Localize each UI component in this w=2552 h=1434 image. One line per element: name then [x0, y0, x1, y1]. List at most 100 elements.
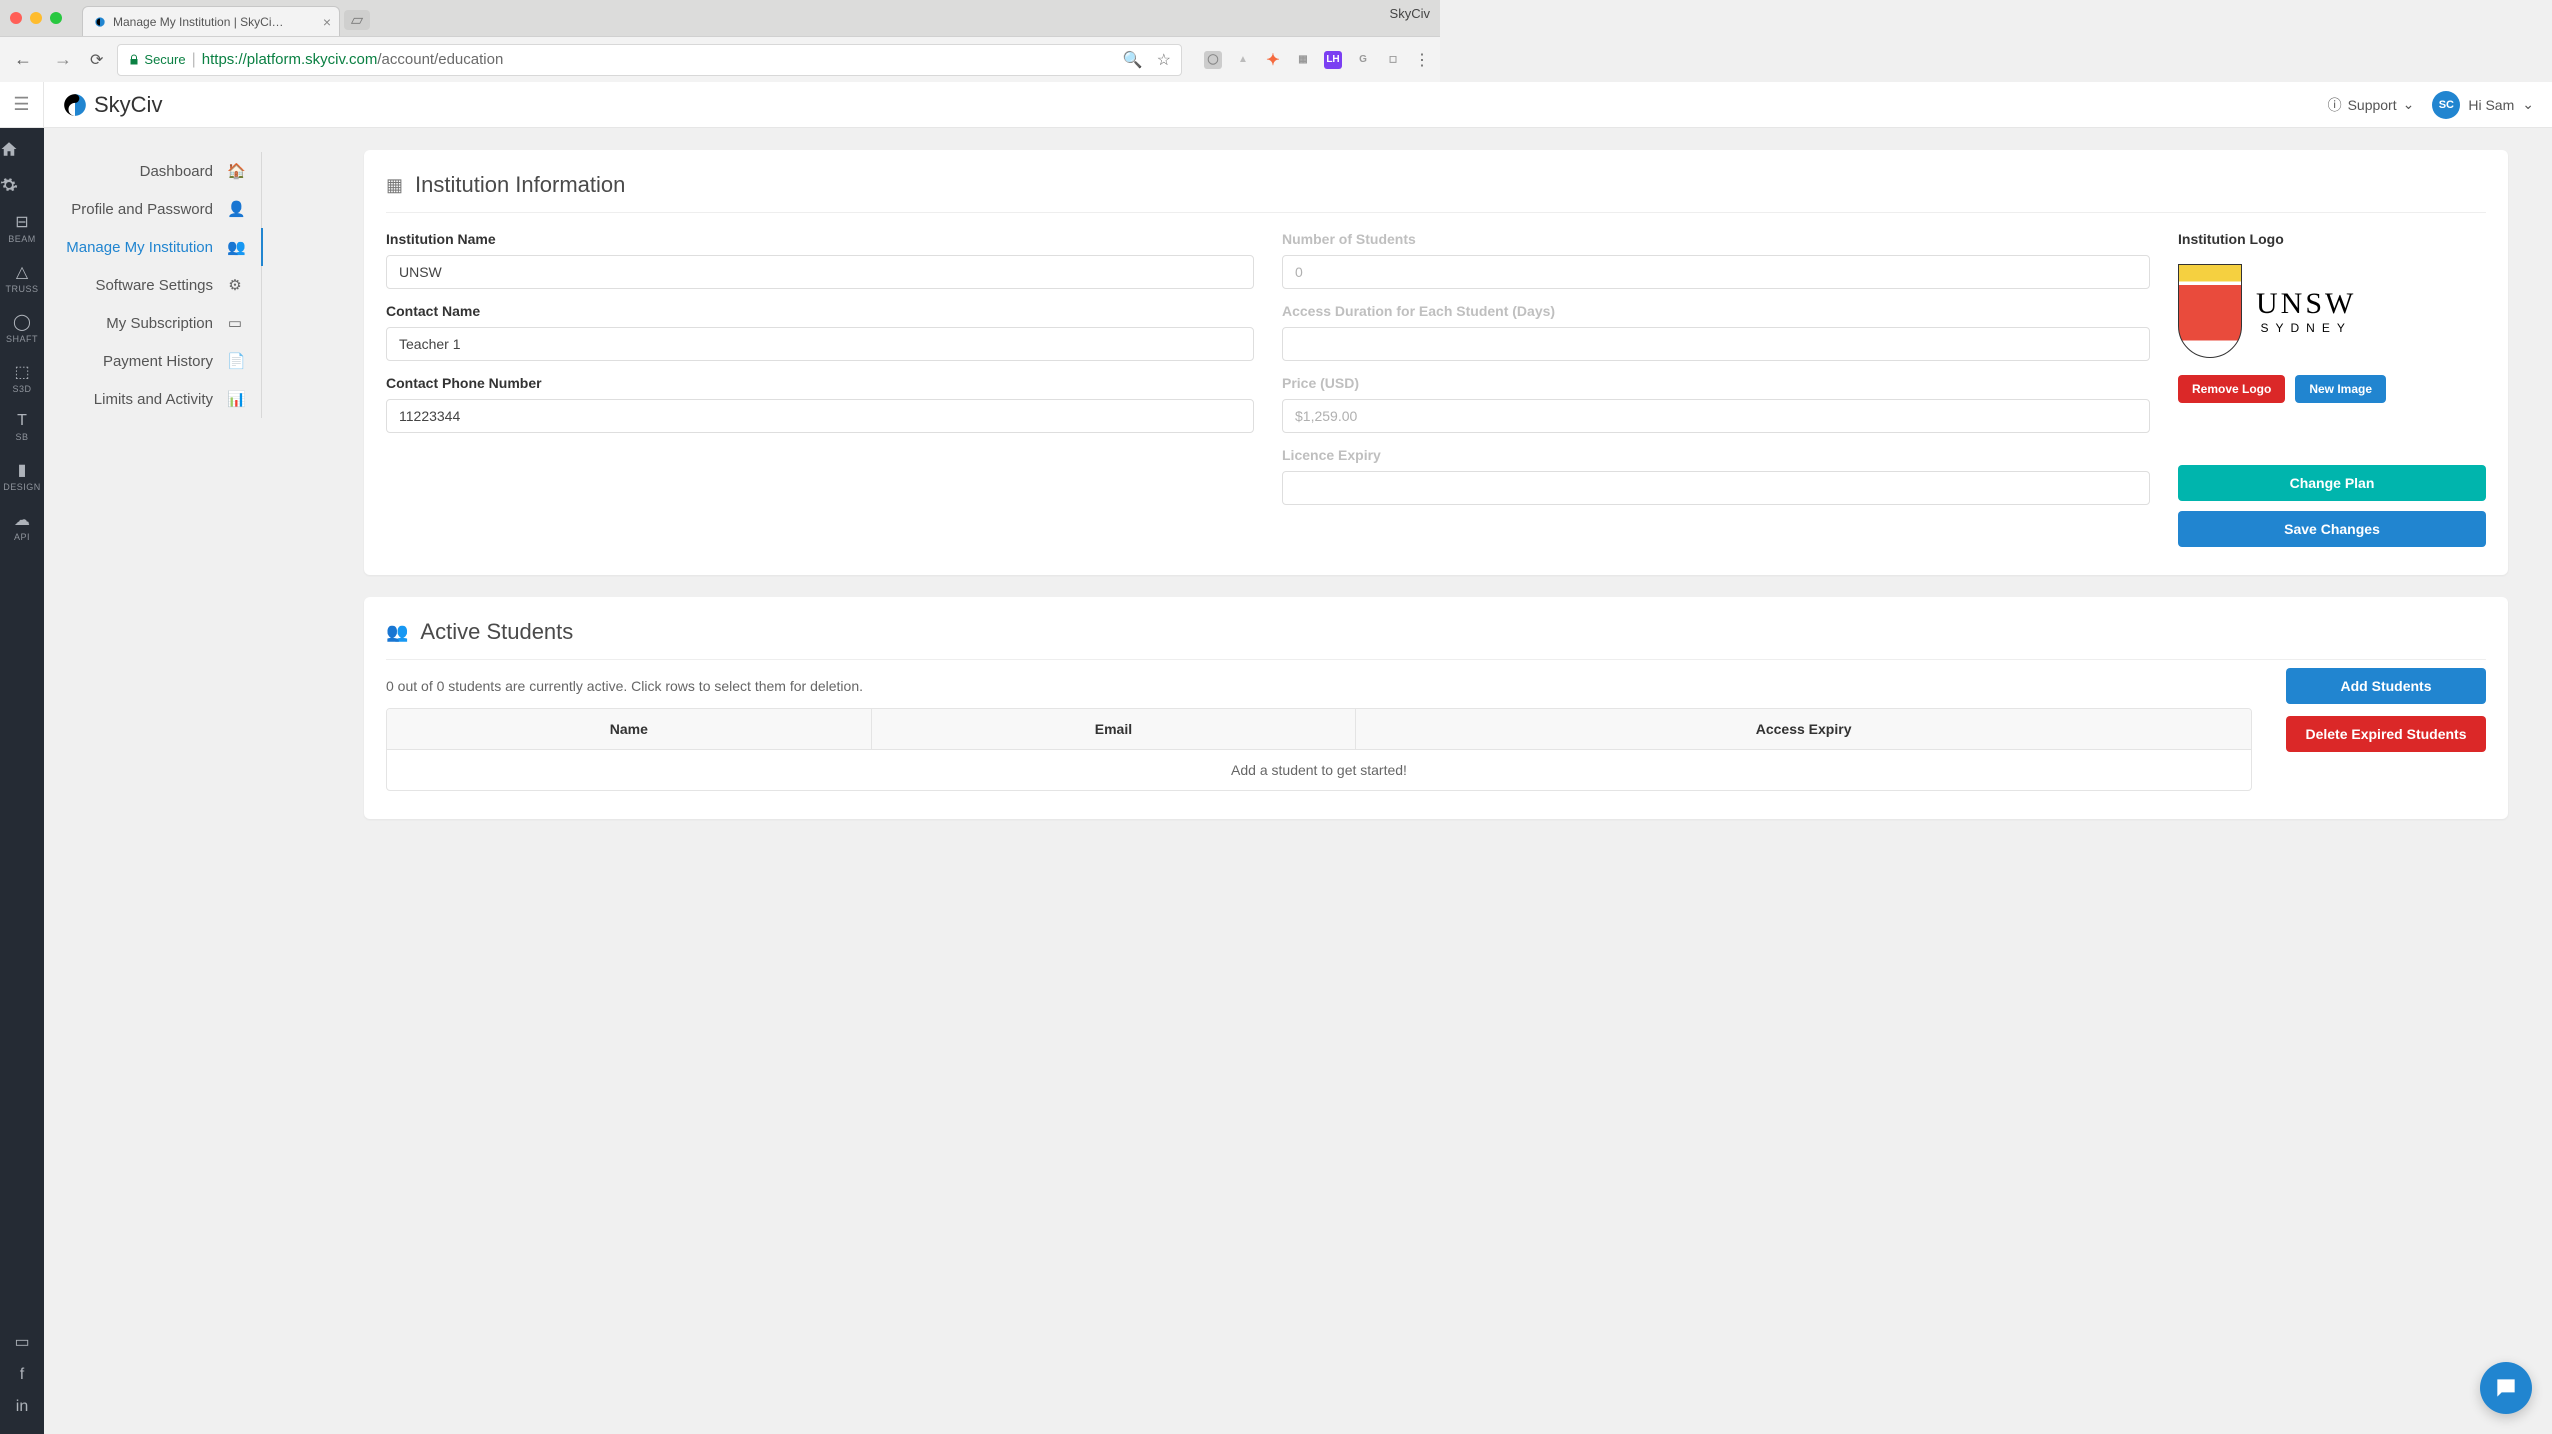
help-icon: ⓘ [2328, 95, 2342, 115]
chevron-down-icon: ⌄ [2403, 96, 2415, 113]
label-institution-logo: Institution Logo [2178, 231, 2486, 247]
cube-icon: ⬚ [0, 362, 44, 382]
hamburger-menu[interactable]: ☰ [0, 82, 44, 128]
section-title: Institution Information [415, 172, 625, 198]
save-changes-button[interactable]: Save Changes [2178, 511, 2486, 547]
zoom-icon[interactable]: 🔍 [1123, 50, 1143, 70]
sidebar-item-dashboard[interactable]: Dashboard 🏠 [44, 152, 262, 190]
app-header: SkyCiv ⓘ Support ⌄ SC Hi Sam ⌄ [44, 82, 2552, 128]
ext-icon-4[interactable]: ▦ [1294, 51, 1312, 69]
ext-icon-2[interactable]: ▲ [1234, 51, 1252, 69]
bookmark-icon[interactable]: ☆ [1157, 50, 1171, 70]
rail-shaft[interactable]: ◯SHAFT [0, 312, 44, 344]
ext-icon-3[interactable]: ✦ [1264, 51, 1282, 69]
cloud-icon: ☁ [0, 510, 44, 530]
chat-icon [2493, 1375, 2519, 1401]
empty-message: Add a student to get started! [387, 750, 2251, 790]
window-minimize[interactable] [30, 12, 42, 24]
rail-sb[interactable]: TSB [0, 412, 44, 442]
label-contact-name: Contact Name [386, 303, 1254, 319]
rail-truss[interactable]: △TRUSS [0, 262, 44, 294]
institution-card: ▦ Institution Information Institution Na… [364, 150, 2508, 575]
browser-menu-icon[interactable]: ⋮ [1414, 50, 1430, 70]
text-icon: T [0, 412, 44, 430]
contact-name-input[interactable] [386, 327, 1254, 361]
col-email: Email [872, 709, 1357, 750]
truss-icon: △ [0, 262, 44, 282]
rail-youtube[interactable]: ▭ [14, 1332, 29, 1352]
divider: | [192, 51, 196, 69]
ext-icon-1[interactable]: ◯ [1204, 51, 1222, 69]
label-institution-name: Institution Name [386, 231, 1254, 247]
rail-design[interactable]: ▮DESIGN [0, 460, 44, 492]
rail-facebook[interactable]: f [14, 1366, 29, 1384]
unsw-wordmark: UNSW SYDNEY [2256, 287, 2356, 335]
url-text: https://platform.skyciv.com/account/educ… [202, 51, 504, 68]
gear-icon [0, 176, 18, 194]
students-table: Name Email Access Expiry Add a student t… [386, 708, 2252, 791]
user-icon: 👤 [227, 200, 243, 218]
reload-icon[interactable]: ⟳ [90, 50, 103, 70]
rail-api[interactable]: ☁API [0, 510, 44, 542]
logo-icon [62, 92, 88, 118]
sidebar-item-payment[interactable]: Payment History 📄 [44, 342, 262, 380]
secure-indicator: Secure [128, 52, 185, 67]
rail-settings[interactable] [0, 176, 44, 194]
doc-icon: 📄 [227, 352, 243, 370]
lock-icon [128, 54, 140, 66]
label-licence-expiry: Licence Expiry [1282, 447, 2150, 463]
chart-icon: 📊 [227, 390, 243, 408]
ext-icon-6[interactable]: G [1354, 51, 1372, 69]
tab-favicon-icon [93, 15, 107, 29]
tab-close-icon[interactable]: × [323, 14, 331, 30]
rail-linkedin[interactable]: in [14, 1398, 29, 1416]
sidebar-item-label: My Subscription [106, 315, 213, 332]
browser-tab[interactable]: Manage My Institution | SkyCi… × [82, 6, 340, 36]
new-tab-button[interactable]: ▱ [344, 10, 370, 30]
ext-icon-5[interactable]: LH [1324, 51, 1342, 69]
file-icon: ▮ [0, 460, 44, 480]
rail-home[interactable] [0, 140, 44, 158]
institution-name-input[interactable] [386, 255, 1254, 289]
students-card: 👥 Active Students 0 out of 0 students ar… [364, 597, 2508, 819]
url-bar[interactable]: Secure | https://platform.skyciv.com/acc… [117, 44, 1182, 76]
sidebar-item-label: Limits and Activity [94, 391, 213, 408]
chat-widget[interactable] [2480, 1362, 2532, 1414]
sidebar-item-profile[interactable]: Profile and Password 👤 [44, 190, 262, 228]
sidebar-item-institution[interactable]: Manage My Institution 👥 [44, 228, 263, 266]
sidebar-item-subscription[interactable]: My Subscription ▭ [44, 304, 262, 342]
licence-expiry-input [1282, 471, 2150, 505]
support-link[interactable]: ⓘ Support ⌄ [2328, 95, 2415, 115]
sidebar-item-label: Profile and Password [71, 201, 213, 218]
contact-phone-input[interactable] [386, 399, 1254, 433]
logo[interactable]: SkyCiv [62, 92, 162, 118]
institution-logo-preview: UNSW SYDNEY [2178, 261, 2486, 361]
label-access-duration: Access Duration for Each Student (Days) [1282, 303, 2150, 319]
section-title: Active Students [420, 619, 573, 645]
sidebar-item-software[interactable]: Software Settings ⚙ [44, 266, 262, 304]
ext-icon-7[interactable]: ◻ [1384, 51, 1402, 69]
gear-icon: ⚙ [227, 276, 243, 294]
remove-logo-button[interactable]: Remove Logo [2178, 375, 2285, 403]
rail-s3d[interactable]: ⬚S3D [0, 362, 44, 394]
price-input [1282, 399, 2150, 433]
delete-students-button[interactable]: Delete Expired Students [2286, 716, 2486, 752]
rail-beam[interactable]: ⊟BEAM [0, 212, 44, 244]
user-menu[interactable]: SC Hi Sam ⌄ [2432, 91, 2534, 119]
window-maximize[interactable] [50, 12, 62, 24]
col-name: Name [387, 709, 872, 750]
browser-toolbar: ← → ⟳ Secure | https://platform.skyciv.c… [0, 36, 1440, 82]
sidebar-item-limits[interactable]: Limits and Activity 📊 [44, 380, 262, 418]
shaft-icon: ◯ [0, 312, 44, 332]
label-num-students: Number of Students [1282, 231, 2150, 247]
label-contact-phone: Contact Phone Number [386, 375, 1254, 391]
browser-chrome: Manage My Institution | SkyCi… × ▱ SkyCi… [0, 0, 1440, 82]
sidebar-item-label: Manage My Institution [66, 239, 213, 256]
add-students-button[interactable]: Add Students [2286, 668, 2486, 704]
window-close[interactable] [10, 12, 22, 24]
window-controls [10, 12, 62, 24]
sidebar-item-label: Dashboard [140, 163, 213, 180]
nav-back-icon[interactable]: ← [10, 49, 36, 70]
change-plan-button[interactable]: Change Plan [2178, 465, 2486, 501]
new-image-button[interactable]: New Image [2295, 375, 2386, 403]
